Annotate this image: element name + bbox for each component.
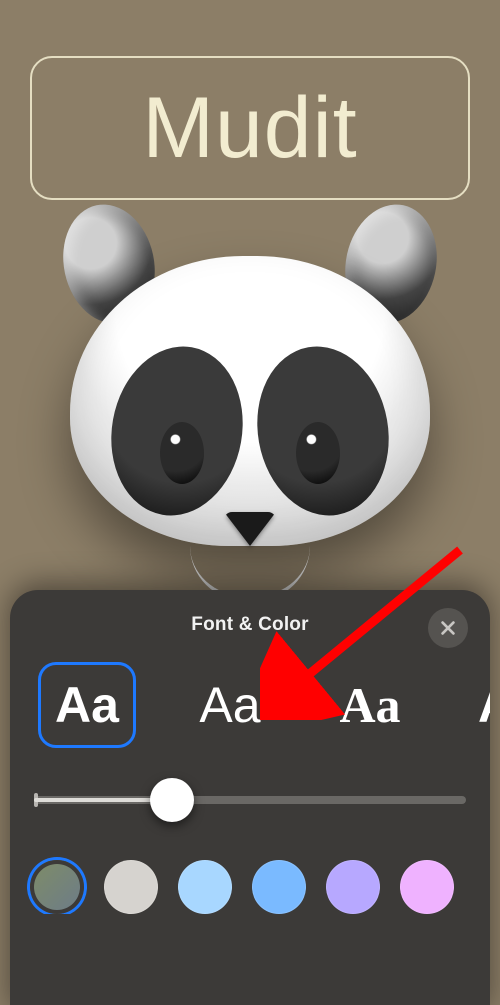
color-swatch-4[interactable] — [252, 860, 306, 914]
font-option-2[interactable]: Aa — [184, 665, 276, 745]
color-swatch-1[interactable] — [30, 860, 84, 914]
font-option-1[interactable]: Aa — [38, 662, 136, 748]
font-color-panel: Font & Color Aa Aa Aa Aa — [10, 590, 490, 1005]
color-picker-row — [10, 820, 490, 914]
slider-thumb[interactable] — [150, 778, 194, 822]
close-button[interactable] — [428, 608, 468, 648]
panel-title: Font & Color — [10, 590, 490, 636]
contact-name-text: Mudit — [142, 79, 357, 178]
font-weight-slider[interactable] — [34, 780, 466, 820]
contact-avatar-panda[interactable] — [70, 210, 430, 550]
color-swatch-2[interactable] — [104, 860, 158, 914]
font-option-4[interactable]: Aa — [464, 665, 490, 745]
close-icon — [439, 619, 457, 637]
color-swatch-5[interactable] — [326, 860, 380, 914]
color-swatch-6[interactable] — [400, 860, 454, 914]
contact-name-field[interactable]: Mudit — [30, 56, 470, 200]
color-swatch-3[interactable] — [178, 860, 232, 914]
font-picker-row: Aa Aa Aa Aa — [10, 636, 490, 748]
font-option-3[interactable]: Aa — [324, 665, 416, 745]
